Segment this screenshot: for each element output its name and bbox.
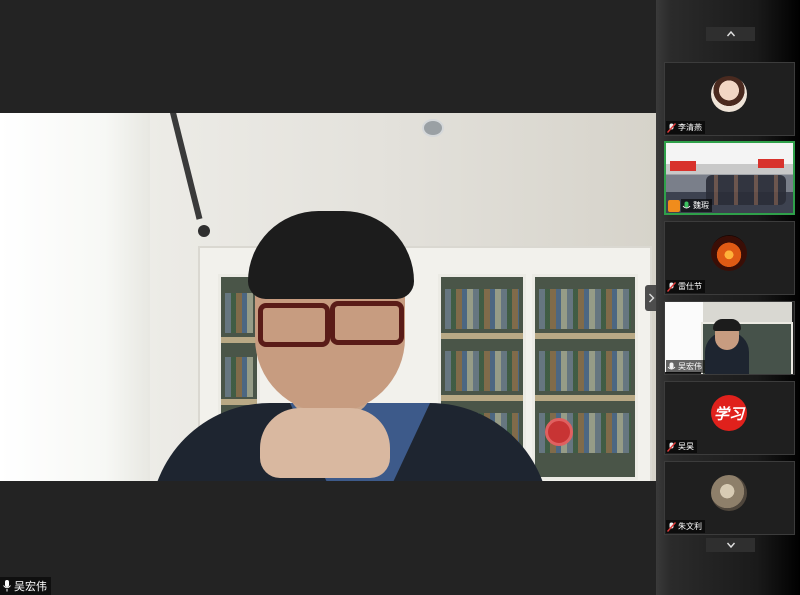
- window-light: [0, 113, 150, 481]
- main-speaker-label: 吴宏伟: [0, 577, 51, 595]
- ceiling-light: [422, 119, 444, 137]
- participant-label: 雷仕节: [666, 280, 705, 293]
- microphone-icon: [3, 580, 11, 592]
- curtain-rod-end: [198, 225, 210, 237]
- avatar: [711, 235, 747, 271]
- participant-label: 朱文利: [666, 520, 705, 533]
- glasses-left-lens: [258, 303, 330, 347]
- participant-label: 魏瑕: [681, 199, 712, 212]
- main-speaker-name: 吴宏伟: [14, 580, 47, 593]
- participant-name: 吴昊: [678, 442, 694, 451]
- microphone-icon: [682, 201, 691, 208]
- chevron-right-icon: [648, 293, 654, 303]
- mic-muted-icon: [667, 521, 676, 532]
- mic-muted-icon: [667, 122, 676, 133]
- participant-tile-self[interactable]: 吴宏伟: [664, 301, 795, 375]
- participant-tile[interactable]: 学习 吴昊: [664, 381, 795, 455]
- microphone-icon: [667, 362, 676, 369]
- main-video-area: [0, 0, 656, 595]
- avatar-badge-text: 学习: [713, 404, 744, 423]
- participant-label: 李清燕: [666, 121, 705, 134]
- bookcase-glass-right: [532, 274, 638, 480]
- glasses-right-lens: [330, 301, 404, 345]
- screen-share-icon: [668, 200, 680, 212]
- main-video-feed[interactable]: [0, 113, 656, 481]
- participant-name: 雷仕节: [678, 282, 702, 291]
- participant-name: 朱文利: [678, 522, 702, 531]
- participant-name: 李清燕: [678, 123, 702, 132]
- mic-muted-icon: [667, 441, 676, 452]
- participant-label: 吴宏伟: [666, 360, 705, 373]
- scroll-up-button[interactable]: [706, 27, 755, 41]
- participant-tile[interactable]: 朱文利: [664, 461, 795, 535]
- participant-tile-active[interactable]: 魏瑕: [664, 141, 795, 215]
- mic-muted-icon: [667, 281, 676, 292]
- avatar: [711, 475, 747, 511]
- chevron-up-icon: [726, 30, 735, 37]
- participant-tile[interactable]: 雷仕节: [664, 221, 795, 295]
- person-hands: [260, 408, 390, 478]
- participant-tile[interactable]: 李清燕: [664, 62, 795, 136]
- participant-label: 吴昊: [666, 440, 697, 453]
- red-ornament: [545, 418, 573, 446]
- scroll-down-button[interactable]: [706, 538, 755, 552]
- participant-name: 魏瑕: [693, 201, 709, 210]
- chevron-down-icon: [726, 542, 735, 549]
- participant-name: 吴宏伟: [678, 362, 702, 371]
- avatar: 学习: [711, 395, 747, 431]
- avatar: [711, 76, 747, 112]
